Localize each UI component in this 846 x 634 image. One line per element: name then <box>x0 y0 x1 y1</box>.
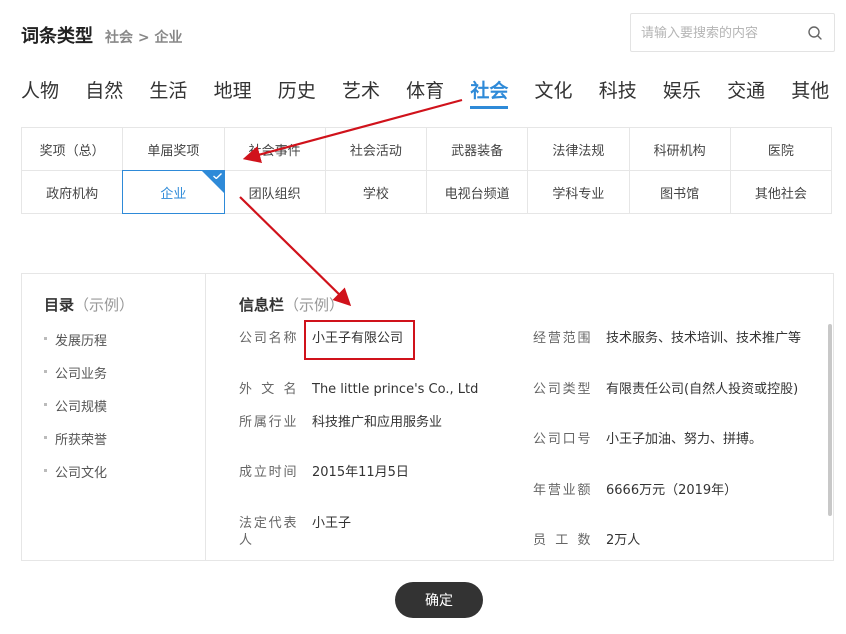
preview-panel: 目录（示例） 发展历程 公司业务 公司规模 所获荣誉 公司文化 信息栏（示例） … <box>21 273 834 561</box>
toc-item: 发展历程 <box>44 330 107 363</box>
field-label: 年营业额 <box>533 483 591 498</box>
category-tabs: 人物 自然 生活 地理 历史 艺术 体育 社会 文化 科技 娱乐 交通 其他 <box>21 76 846 110</box>
tab-geography[interactable]: 地理 <box>214 76 278 110</box>
field-value: 6666万元（2019年） <box>606 483 738 498</box>
field-label: 公司口号 <box>533 432 591 447</box>
toc-item: 公司业务 <box>44 363 107 396</box>
tab-people[interactable]: 人物 <box>21 76 85 110</box>
subcategory-grid: 奖项（总） 单届奖项 社会事件 社会活动 武器装备 法律法规 科研机构 医院 政… <box>21 127 832 214</box>
subcategory-item[interactable]: 其他社会 <box>730 171 832 214</box>
field-value: 2万人 <box>606 533 641 548</box>
subcategory-item[interactable]: 社会事件 <box>224 128 326 171</box>
field-value: 2015年11月5日 <box>312 465 409 480</box>
field-value: 小王子 <box>312 516 352 531</box>
field-label: 员工数 <box>533 533 591 548</box>
field-label: 经营范围 <box>533 331 591 346</box>
infobox-title: 信息栏（示例） <box>239 296 345 314</box>
check-icon <box>212 173 222 179</box>
subcategory-item[interactable]: 科研机构 <box>629 128 731 171</box>
breadcrumb: 社会 > 企业 <box>105 30 183 46</box>
tab-sports[interactable]: 体育 <box>406 76 470 110</box>
subcategory-item[interactable]: 社会活动 <box>325 128 427 171</box>
toc-item: 公司规模 <box>44 396 107 429</box>
subcategory-item[interactable]: 奖项（总） <box>22 128 124 171</box>
subcategory-item[interactable]: 武器装备 <box>427 128 529 171</box>
toc-item: 所获荣誉 <box>44 429 107 462</box>
subcategory-item[interactable]: 学校 <box>325 171 427 214</box>
field-label: 成立时间 <box>239 465 297 480</box>
subcategory-item-selected[interactable]: 企业 <box>122 170 225 214</box>
subcategory-item[interactable]: 团队组织 <box>224 171 326 214</box>
subcategory-item[interactable]: 学科专业 <box>528 171 630 214</box>
tab-society[interactable]: 社会 <box>470 76 534 110</box>
field-label: 所属行业 <box>239 415 297 430</box>
field-value: 技术服务、技术培训、技术推广等 <box>606 331 802 346</box>
field-label: 公司类型 <box>533 382 591 397</box>
panel-scrollbar[interactable] <box>828 324 832 516</box>
annotation-highlight-box <box>304 320 415 360</box>
subcategory-item[interactable]: 电视台频道 <box>427 171 529 214</box>
subcategory-item[interactable]: 法律法规 <box>528 128 630 171</box>
subcategory-item[interactable]: 单届奖项 <box>123 128 225 171</box>
subcategory-item[interactable]: 图书馆 <box>629 171 731 214</box>
tab-history[interactable]: 历史 <box>278 76 342 110</box>
header: 词条类型 社会 > 企业 <box>21 22 182 48</box>
tab-entertainment[interactable]: 娱乐 <box>663 76 727 110</box>
field-value: 科技推广和应用服务业 <box>312 415 443 430</box>
field-value: 小王子加油、努力、拼搏。 <box>606 432 763 447</box>
page-title: 词条类型 <box>21 26 93 47</box>
subcategory-item[interactable]: 医院 <box>730 128 832 171</box>
tab-art[interactable]: 艺术 <box>342 76 406 110</box>
toc-list: 发展历程 公司业务 公司规模 所获荣誉 公司文化 <box>44 330 107 495</box>
search-box[interactable] <box>630 13 835 52</box>
field-value: The little prince's Co., Ltd <box>312 382 479 397</box>
toc-sidebar: 目录（示例） 发展历程 公司业务 公司规模 所获荣誉 公司文化 <box>22 274 206 560</box>
field-value: 有限责任公司(自然人投资或控股) <box>606 382 799 397</box>
tab-life[interactable]: 生活 <box>149 76 213 110</box>
tab-other[interactable]: 其他 <box>791 76 846 110</box>
subcategory-label: 企业 <box>160 186 187 202</box>
tab-transport[interactable]: 交通 <box>727 76 791 110</box>
search-input[interactable] <box>641 22 801 44</box>
tab-nature[interactable]: 自然 <box>85 76 149 110</box>
confirm-button[interactable]: 确定 <box>395 582 483 618</box>
toc-title: 目录（示例） <box>44 296 135 314</box>
toc-item: 公司文化 <box>44 462 107 495</box>
field-label: 法定代表人 <box>239 516 297 548</box>
tab-culture[interactable]: 文化 <box>535 76 599 110</box>
field-label: 外文名 <box>239 382 297 397</box>
tab-technology[interactable]: 科技 <box>599 76 663 110</box>
search-icon[interactable] <box>807 25 823 41</box>
subcategory-item[interactable]: 政府机构 <box>22 171 124 214</box>
field-label: 公司名称 <box>239 331 297 346</box>
